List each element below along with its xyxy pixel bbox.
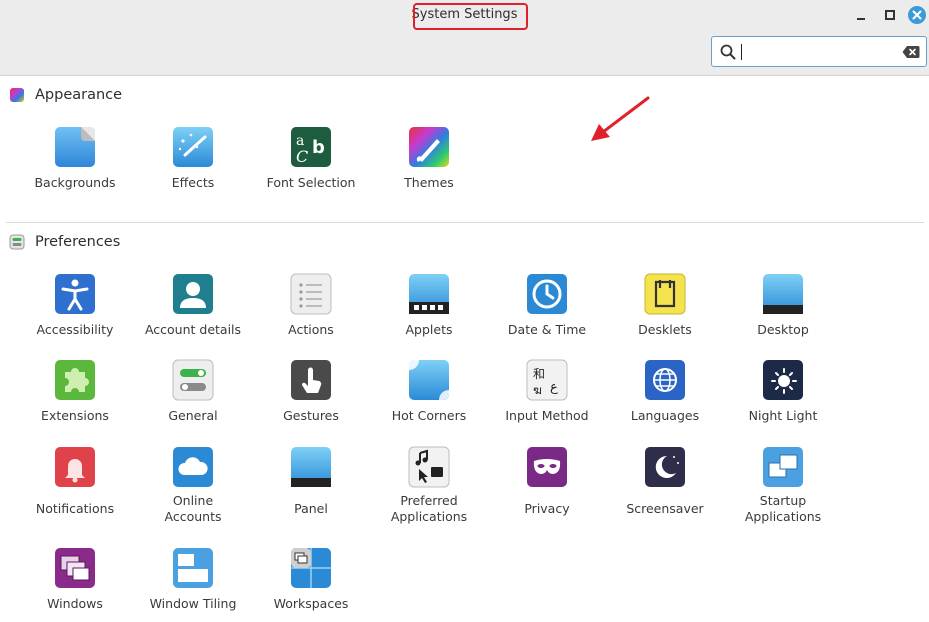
search-icon [720, 44, 736, 60]
text-caret [741, 44, 742, 60]
cloud-icon [171, 445, 215, 489]
input-method-icon: 和ฆع [525, 358, 569, 402]
close-button[interactable] [907, 5, 927, 25]
item-label: Preferred Applications [390, 493, 468, 524]
section-appearance-header: Appearance [9, 87, 122, 103]
item-label: Privacy [524, 501, 570, 516]
item-label: Themes [404, 175, 454, 190]
item-label: Hot Corners [391, 408, 467, 423]
item-label: Windows [47, 596, 103, 611]
item-label: Window Tiling [149, 596, 237, 611]
svg-text:ฆ: ฆ [533, 383, 542, 397]
annotation-arrow [591, 96, 650, 141]
item-label: Extensions [41, 408, 109, 423]
desktop-icon [761, 272, 805, 316]
desklets-icon [643, 272, 687, 316]
preferred-applications-icon [407, 445, 451, 489]
item-label: Online Accounts [164, 493, 222, 524]
account-details-icon [171, 272, 215, 316]
window-title: System Settings [411, 7, 518, 22]
workspaces-icon [289, 546, 333, 590]
panel-icon [289, 445, 333, 489]
actions-icon [289, 272, 333, 316]
svg-text:ع: ع [550, 380, 558, 395]
item-label: Font Selection [266, 175, 356, 190]
section-title: Appearance [35, 87, 123, 103]
maximize-button[interactable] [881, 6, 899, 24]
item-label: Input Method [505, 408, 589, 423]
window-tiling-icon [171, 546, 215, 590]
moon-icon [643, 445, 687, 489]
accessibility-icon [53, 272, 97, 316]
item-label: Gestures [283, 408, 339, 423]
item-label: Desklets [638, 322, 692, 337]
item-label: Panel [294, 501, 328, 516]
item-label: Startup Applications [744, 493, 822, 524]
item-label: Applets [405, 322, 453, 337]
bell-icon [53, 445, 97, 489]
item-label: Backgrounds [34, 175, 116, 190]
item-label: General [168, 408, 218, 423]
title-bar: System Settings [0, 0, 929, 76]
window-title-wrap: System Settings [0, 7, 929, 22]
hand-pointer-icon [289, 358, 333, 402]
font-selection-icon: a C b [289, 125, 333, 169]
section-preferences-header: Preferences [9, 234, 120, 250]
item-label: Desktop [757, 322, 809, 337]
item-label: Actions [288, 322, 334, 337]
backgrounds-icon [53, 125, 97, 169]
svg-text:C: C [296, 147, 308, 166]
minimize-button[interactable] [852, 6, 870, 24]
search-input[interactable] [740, 41, 900, 62]
item-label: Notifications [35, 501, 115, 516]
startup-applications-icon [761, 445, 805, 489]
mask-icon [525, 445, 569, 489]
appearance-section-icon [10, 88, 24, 102]
item-label: Date & Time [507, 322, 587, 337]
item-label: Languages [630, 408, 700, 423]
section-title: Preferences [35, 234, 121, 250]
item-label: Accessibility [36, 322, 114, 337]
effects-icon [171, 125, 215, 169]
close-icon [908, 6, 926, 24]
section-separator [6, 222, 924, 223]
item-label: Effects [171, 175, 215, 190]
svg-text:和: 和 [533, 367, 545, 381]
minimize-icon [857, 18, 865, 20]
windows-icon [53, 546, 97, 590]
globe-icon [643, 358, 687, 402]
themes-icon [407, 125, 451, 169]
clock-icon [525, 272, 569, 316]
item-label: Night Light [748, 408, 818, 423]
applets-icon [407, 272, 451, 316]
hot-corners-icon [407, 358, 451, 402]
clear-search-icon[interactable] [902, 45, 920, 59]
preferences-section-icon [9, 234, 25, 250]
puzzle-icon [53, 358, 97, 402]
maximize-icon [885, 10, 895, 20]
item-label: Screensaver [626, 501, 704, 516]
night-light-icon [761, 358, 805, 402]
item-label: Account details [144, 322, 242, 337]
item-label: Workspaces [273, 596, 349, 611]
search-box[interactable] [711, 36, 927, 67]
toggles-icon [171, 358, 215, 402]
svg-text:b: b [312, 137, 325, 158]
